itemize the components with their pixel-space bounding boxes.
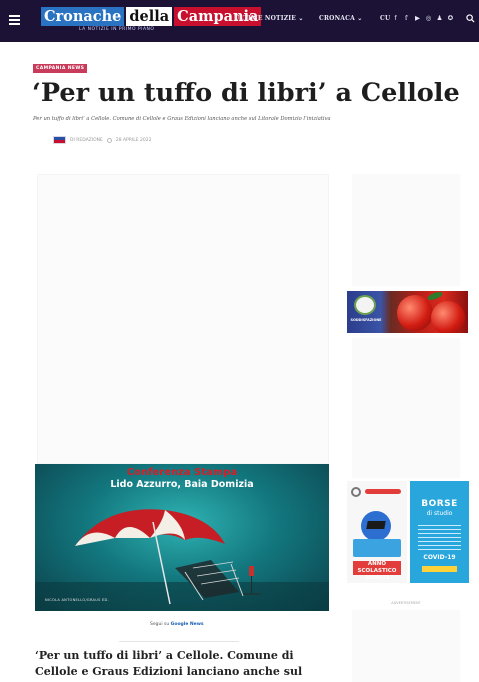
- publish-date: 28 APRILE 2022: [115, 137, 152, 143]
- clock-icon: [106, 137, 112, 143]
- municipality-logo-icon: [351, 487, 361, 497]
- facebook-icon[interactable]: f: [392, 14, 399, 22]
- sidebar-ad-slot-bottom[interactable]: [352, 610, 460, 682]
- scholarship-ad-illustration: ANNO SCOLASTICO 2020/21: [347, 481, 407, 583]
- twitter-icon[interactable]: 𝕗: [403, 14, 410, 22]
- author-name[interactable]: DI REDAZIONE: [70, 138, 103, 143]
- main-ad-slot[interactable]: [37, 174, 329, 464]
- tomato-ad-text: SODDISFAZIONE: [350, 318, 382, 322]
- school-year-badge: ANNO SCOLASTICO 2020/21: [353, 561, 401, 581]
- tomato-icon: [397, 295, 433, 331]
- caption-prefix: Segui su: [150, 622, 171, 627]
- youtube-icon[interactable]: ♟: [436, 14, 443, 22]
- region-logo-icon: [365, 489, 401, 494]
- instagram-icon[interactable]: ◎: [425, 14, 432, 22]
- divider: [119, 641, 239, 642]
- article-meta: DI REDAZIONE 28 APRILE 2022: [53, 136, 151, 144]
- nav-cronaca[interactable]: CRONACA ⌄: [319, 15, 362, 22]
- scholarship-button[interactable]: [422, 566, 457, 572]
- tomato-ad-banner[interactable]: SODDISFAZIONE: [347, 291, 468, 333]
- scholarship-ad-banner[interactable]: ANNO SCOLASTICO 2020/21 BORSE di studio …: [347, 481, 469, 583]
- pinterest-icon[interactable]: ▶: [414, 14, 421, 22]
- category-badge[interactable]: CAMPANIA NEWS: [33, 64, 88, 73]
- sidebar-ad-slot-middle[interactable]: [352, 338, 460, 478]
- leaf-icon: [426, 291, 444, 302]
- scholarship-body-text: [418, 525, 461, 553]
- scholarship-ad-text-panel: BORSE di studio COVID-19: [410, 481, 469, 583]
- hamburger-menu-icon[interactable]: [9, 15, 20, 25]
- reddit-icon[interactable]: ✪: [447, 14, 454, 22]
- tomato-brand-logo-icon: [354, 295, 376, 315]
- site-logo[interactable]: Cronache della Campania LA NOTIZIE IN PR…: [41, 7, 262, 35]
- scholarship-title: BORSE: [421, 499, 458, 509]
- hero-credit: NICOLA ANTONELLO/GRAUS ED.: [45, 598, 109, 602]
- author-avatar[interactable]: [53, 136, 66, 144]
- logo-cronache: Cronache: [41, 7, 125, 26]
- article-title: ‘Per un tuffo di libri’ a Cellole: [32, 78, 460, 108]
- nav-cultura[interactable]: CU: [380, 15, 390, 22]
- sidebar-ad-slot-top[interactable]: [352, 174, 460, 286]
- scholarship-covid-label: COVID-19: [423, 554, 456, 561]
- article-lead: ‘Per un tuffo di libri’ a Cellole. Comun…: [35, 649, 303, 678]
- laptop-icon: [353, 539, 401, 557]
- article-subtitle: Per un tuffo di libri’ a Cellole. Comune…: [33, 116, 331, 122]
- nav-ultime-notizie[interactable]: ULTIME NOTIZIE ⌄: [234, 15, 304, 22]
- logo-della: della: [126, 7, 173, 26]
- advertisement-label: ADVERTISEMENT: [391, 601, 421, 605]
- hero-subtitle: Lido Azzurro, Baia Domizia: [110, 479, 254, 490]
- hero-title: Conferenza Stampa: [126, 467, 238, 478]
- top-navigation-bar: Cronache della Campania LA NOTIZIE IN PR…: [0, 0, 479, 42]
- article-hero-image[interactable]: Conferenza Stampa Lido Azzurro, Baia Dom…: [35, 464, 329, 611]
- logo-tagline: LA NOTIZIE IN PRIMO PIANO: [79, 27, 155, 32]
- graduation-cap-icon: [361, 511, 391, 541]
- tomato-icon: [431, 301, 465, 333]
- google-news-link[interactable]: Google News: [171, 622, 204, 627]
- social-icons: f 𝕗 ▶ ◎ ♟ ✪: [392, 14, 454, 22]
- google-news-caption[interactable]: Segui su Google News: [150, 622, 204, 627]
- search-icon[interactable]: [466, 14, 475, 23]
- scholarship-subtitle: di studio: [426, 510, 453, 517]
